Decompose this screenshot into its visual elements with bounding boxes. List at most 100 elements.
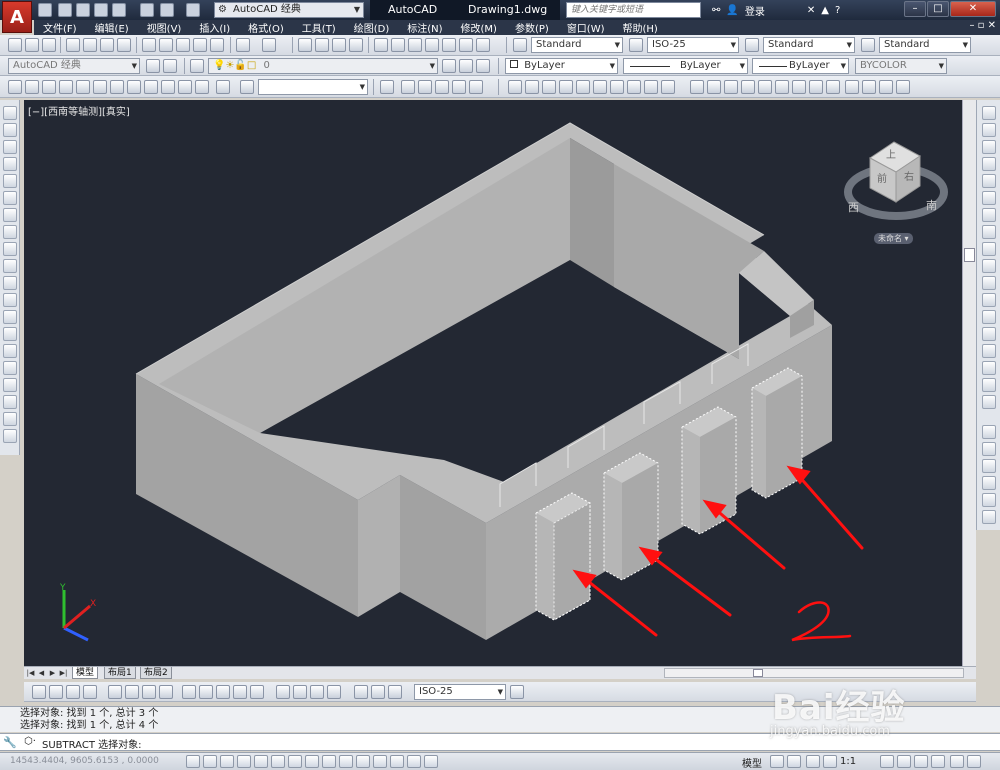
multileader-style-select[interactable]: Standard ▼: [879, 37, 971, 53]
sphere-solid-icon[interactable]: [593, 80, 607, 94]
design-center-icon[interactable]: [391, 38, 405, 52]
layer-select[interactable]: 💡☀🔓□ 0 ▼: [208, 58, 438, 74]
menu-edit[interactable]: 编辑(E): [86, 20, 138, 35]
trim-icon[interactable]: [982, 259, 996, 273]
tab-model[interactable]: 模型: [72, 667, 99, 679]
region-icon[interactable]: [3, 378, 17, 392]
planar-surface-icon[interactable]: [525, 80, 539, 94]
extrude-icon[interactable]: [144, 80, 158, 94]
object-snap-icon[interactable]: [271, 755, 285, 768]
torus-solid-icon[interactable]: [627, 80, 641, 94]
linetype-select[interactable]: ByLayer ▼: [623, 58, 748, 74]
menu-file[interactable]: 文件(F): [34, 20, 86, 35]
polyline-icon[interactable]: [3, 140, 17, 154]
save-icon[interactable]: [42, 38, 56, 52]
erase-icon[interactable]: [982, 106, 996, 120]
mtext-icon[interactable]: [3, 412, 17, 426]
center-mark-icon[interactable]: [293, 685, 307, 699]
zoom-previous-icon[interactable]: [349, 38, 363, 52]
scale-icon[interactable]: [982, 225, 996, 239]
zoom-realtime-icon[interactable]: [315, 38, 329, 52]
slice-icon[interactable]: [508, 80, 522, 94]
quick-view-drawings-icon[interactable]: [787, 755, 801, 768]
pan-status-icon[interactable]: [806, 755, 820, 768]
3d-move-icon[interactable]: [741, 80, 755, 94]
break-icon[interactable]: [982, 310, 996, 324]
baseline-dim-icon[interactable]: [199, 685, 213, 699]
save-icon[interactable]: [76, 3, 90, 17]
layer-previous-icon[interactable]: [459, 59, 473, 73]
annotation-scale-value[interactable]: 1:1: [840, 756, 856, 767]
search-input[interactable]: 键入关键字或短语: [566, 2, 701, 18]
lineweight-display-icon[interactable]: [356, 755, 370, 768]
move-icon[interactable]: [982, 191, 996, 205]
saveas-icon[interactable]: [94, 3, 108, 17]
annotation-scale-icon[interactable]: [823, 755, 837, 768]
3d-array-icon[interactable]: [792, 80, 806, 94]
next-tab-icon[interactable]: ▶: [48, 668, 57, 678]
make-block-icon[interactable]: [3, 310, 17, 324]
selection-cycling-icon[interactable]: [407, 755, 421, 768]
dynamic-input-icon[interactable]: [339, 755, 353, 768]
tab-layout2[interactable]: 布局2: [140, 667, 172, 679]
draw-order-front-icon[interactable]: [982, 425, 996, 439]
plot-preview-icon[interactable]: [112, 3, 126, 17]
clean-screen-icon[interactable]: [967, 755, 981, 768]
menu-window-controls[interactable]: – ▫ ✕: [969, 20, 996, 31]
dynamic-ucs-icon[interactable]: [322, 755, 336, 768]
join-icon[interactable]: [982, 327, 996, 341]
ellipse-arc-icon[interactable]: [3, 276, 17, 290]
dim-style-select[interactable]: ISO-25 ▼: [647, 37, 739, 53]
ellipse-icon[interactable]: [3, 259, 17, 273]
layer-state-icon[interactable]: [476, 59, 490, 73]
vertical-scrollbar[interactable]: [962, 100, 976, 666]
3d-rotate-icon[interactable]: [758, 80, 772, 94]
flatshot-icon[interactable]: [826, 80, 840, 94]
quick-view-layouts-icon[interactable]: [770, 755, 784, 768]
wireframe-icon[interactable]: [401, 80, 415, 94]
dim-update-icon[interactable]: [388, 685, 402, 699]
menu-draw[interactable]: 绘图(D): [345, 20, 399, 35]
infer-constraints-icon[interactable]: [186, 755, 200, 768]
camera-icon[interactable]: [845, 80, 859, 94]
wedge-icon[interactable]: [25, 80, 39, 94]
ucs-menu-button[interactable]: 未命名 ▾: [874, 233, 913, 244]
pyramid-icon[interactable]: [110, 80, 124, 94]
named-views-icon[interactable]: [240, 80, 254, 94]
horizontal-scrollbar[interactable]: [664, 668, 964, 678]
line-icon[interactable]: [3, 106, 17, 120]
layer-properties-icon[interactable]: [190, 59, 204, 73]
revolve-icon[interactable]: [195, 80, 209, 94]
open-icon[interactable]: [25, 38, 39, 52]
render-icon[interactable]: [896, 80, 910, 94]
markup-icon[interactable]: [442, 38, 456, 52]
plot-icon[interactable]: [66, 38, 80, 52]
workspace-select[interactable]: ⚙ AutoCAD 经典 ▼: [214, 2, 364, 18]
cylinder-icon[interactable]: [76, 80, 90, 94]
undo-icon[interactable]: [160, 3, 174, 17]
arc-icon[interactable]: [3, 191, 17, 205]
exchange-icon[interactable]: ✕: [807, 5, 815, 16]
jogged-dim-icon[interactable]: [125, 685, 139, 699]
building-solid[interactable]: [135, 122, 832, 640]
undo-icon[interactable]: [236, 38, 250, 52]
pilaster-4[interactable]: [751, 367, 803, 499]
color-select[interactable]: ByLayer ▼: [505, 58, 618, 74]
torus-icon[interactable]: [93, 80, 107, 94]
add-selected-icon[interactable]: [3, 429, 17, 443]
autocad-logo-icon[interactable]: A: [2, 1, 32, 33]
maximize-button[interactable]: □: [927, 1, 949, 17]
block-editor-icon[interactable]: [210, 38, 224, 52]
continue-dim-icon[interactable]: [216, 685, 230, 699]
redo-icon[interactable]: [186, 3, 200, 17]
hidden-icon[interactable]: [418, 80, 432, 94]
sphere-icon[interactable]: [59, 80, 73, 94]
dim-toolbar-style-select[interactable]: ISO-25 ▼: [414, 684, 506, 700]
viewcube-top-label[interactable]: 上: [886, 146, 896, 161]
prev-tab-icon[interactable]: ◀: [37, 668, 46, 678]
radius-dim-icon[interactable]: [108, 685, 122, 699]
vertical-scroll-thumb[interactable]: [964, 248, 975, 262]
snap-mode-icon[interactable]: [203, 755, 217, 768]
model-space-button[interactable]: 模型: [742, 755, 762, 770]
minimize-button[interactable]: –: [904, 1, 926, 17]
